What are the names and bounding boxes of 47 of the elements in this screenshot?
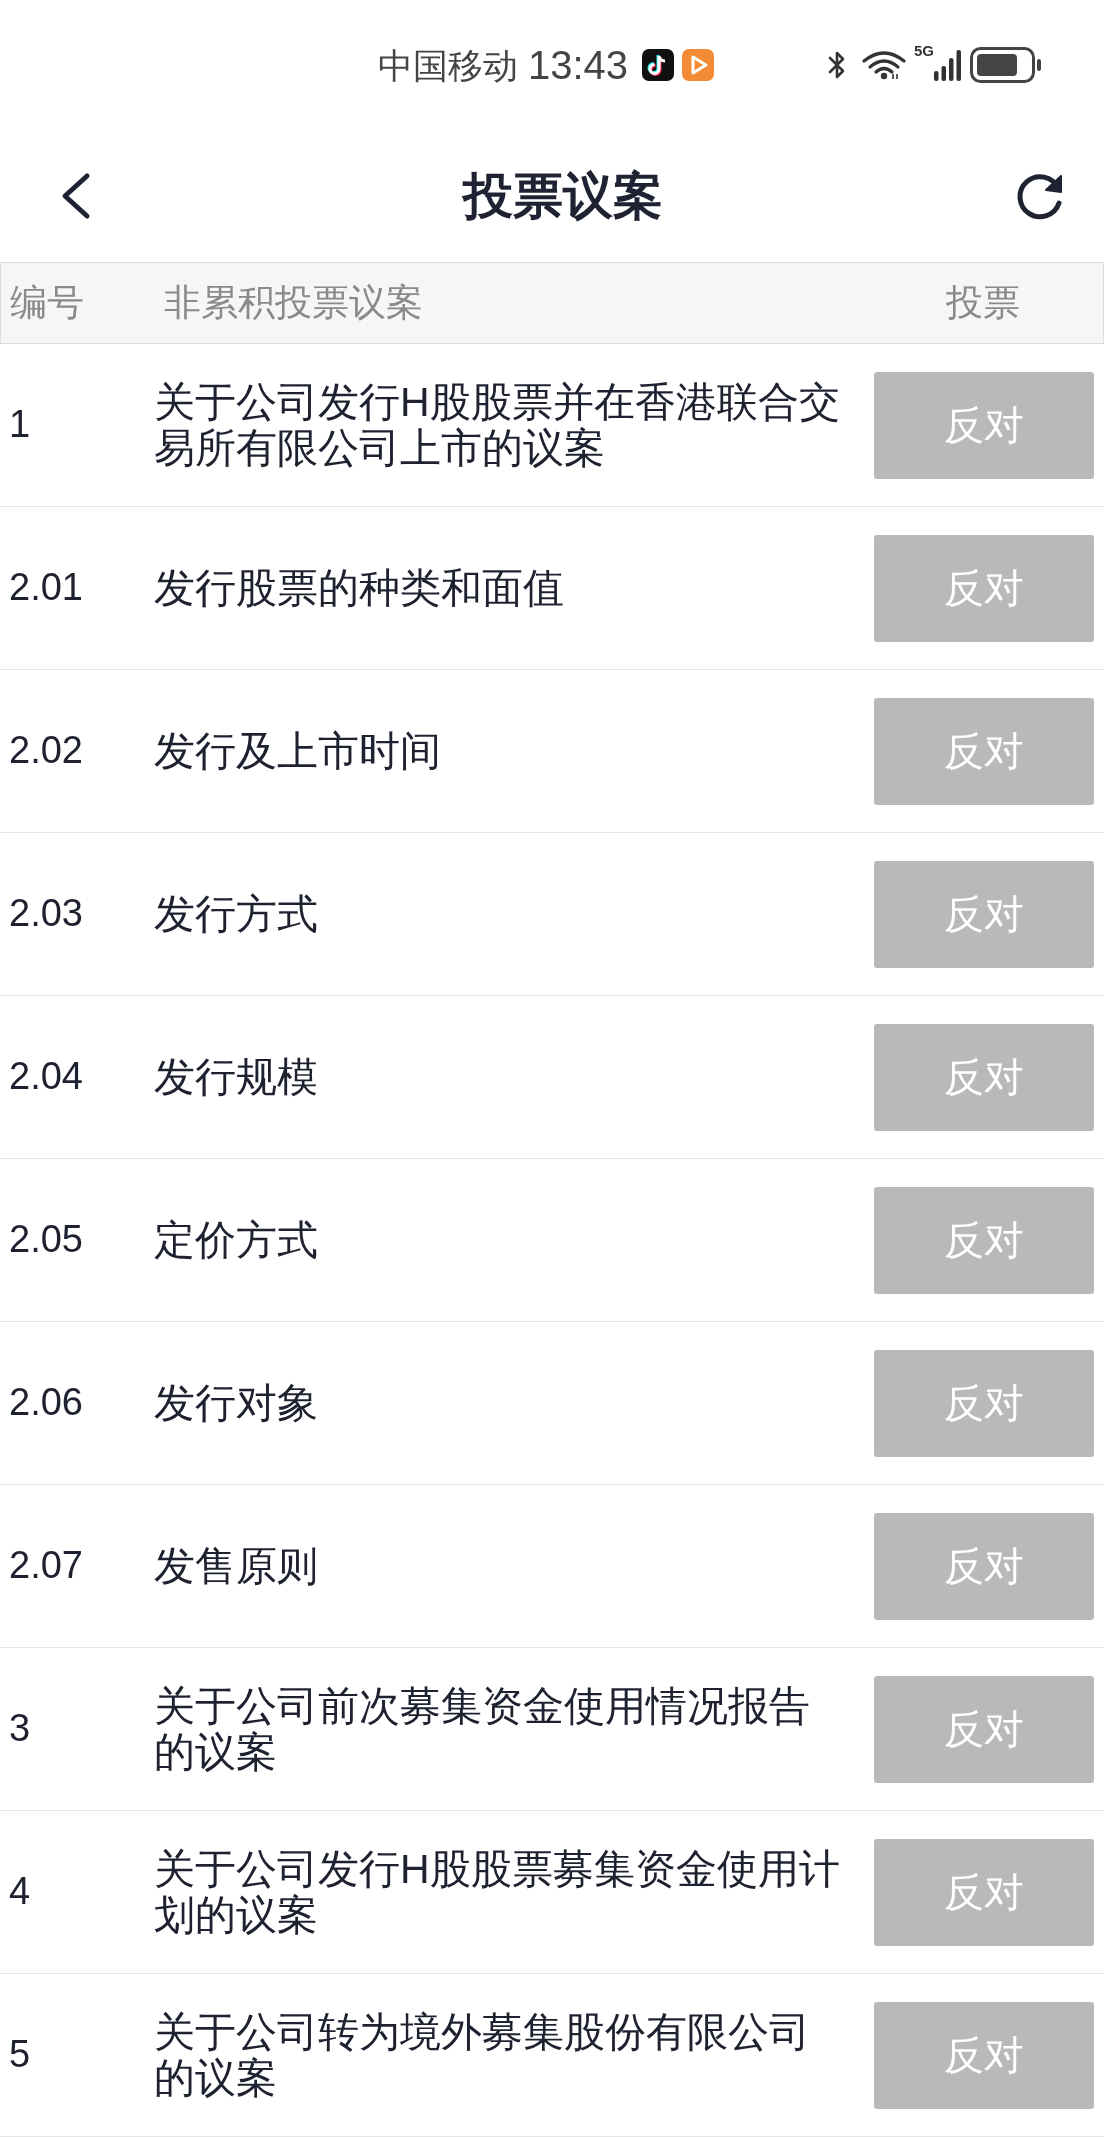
row-number: 2.02 bbox=[8, 729, 83, 772]
column-header: 投票 bbox=[946, 281, 1020, 323]
row-number: 4 bbox=[8, 1870, 31, 1913]
row-number: 3 bbox=[8, 1707, 31, 1750]
carrier-name: 中国移动 bbox=[378, 47, 518, 83]
music-note-app-icon bbox=[642, 49, 675, 81]
proposal-title: 关于公司发行H股股票并在香港联合交易所有限公司上市的议案 bbox=[154, 378, 841, 472]
proposal-title: 关于公司前次募集资金使用情况报告的议案 bbox=[154, 1682, 811, 1776]
vote-button[interactable]: 反对 bbox=[874, 1186, 1094, 1294]
back-button[interactable] bbox=[60, 172, 92, 220]
row-number: 5 bbox=[8, 2033, 31, 2076]
play-app-icon bbox=[682, 49, 715, 81]
row-number: 2.06 bbox=[8, 1381, 83, 1424]
page-title: 投票议案 bbox=[463, 167, 663, 226]
proposal-title: 发行对象 bbox=[154, 1379, 319, 1427]
row-number: 2.07 bbox=[8, 1544, 83, 1587]
row-number: 2.01 bbox=[8, 566, 83, 609]
proposal-title: 发行规模 bbox=[154, 1053, 319, 1101]
proposal-title: 关于公司转为境外募集股份有限公司的议案 bbox=[154, 2008, 811, 2102]
proposal-title: 定价方式 bbox=[154, 1216, 319, 1264]
vote-button[interactable]: 反对 bbox=[874, 1349, 1094, 1457]
vote-button[interactable]: 反对 bbox=[874, 1675, 1094, 1783]
row-number: 2.05 bbox=[8, 1218, 83, 1261]
column-header: 非累积投票议案 bbox=[164, 281, 423, 323]
network-type-label: 5G bbox=[914, 43, 934, 58]
proposal-title: 关于公司发行H股股票募集资金使用计划的议案 bbox=[154, 1845, 841, 1939]
vote-button[interactable]: 反对 bbox=[874, 697, 1094, 805]
bluetooth-icon bbox=[828, 50, 846, 80]
vote-button[interactable]: 反对 bbox=[874, 860, 1094, 968]
row-number: 2.04 bbox=[8, 1055, 83, 1098]
column-header: 编号 bbox=[10, 281, 84, 323]
vote-button[interactable]: 反对 bbox=[874, 534, 1094, 642]
status-time: 13:43 bbox=[528, 45, 629, 85]
wifi-icon bbox=[862, 50, 906, 80]
signal-icon bbox=[934, 49, 962, 81]
proposal-title: 发售原则 bbox=[154, 1542, 319, 1590]
proposal-title: 发行股票的种类和面值 bbox=[154, 564, 565, 612]
battery-icon bbox=[970, 47, 1042, 83]
vote-button[interactable]: 反对 bbox=[874, 1512, 1094, 1620]
vote-button[interactable]: 反对 bbox=[874, 371, 1094, 479]
proposal-title: 发行及上市时间 bbox=[154, 727, 442, 775]
vote-button[interactable]: 反对 bbox=[874, 2001, 1094, 2109]
proposal-title: 发行方式 bbox=[154, 890, 319, 938]
row-number: 1 bbox=[8, 403, 31, 446]
vote-button[interactable]: 反对 bbox=[874, 1023, 1094, 1131]
row-number: 2.03 bbox=[8, 892, 83, 935]
vote-button[interactable]: 反对 bbox=[874, 1838, 1094, 1946]
